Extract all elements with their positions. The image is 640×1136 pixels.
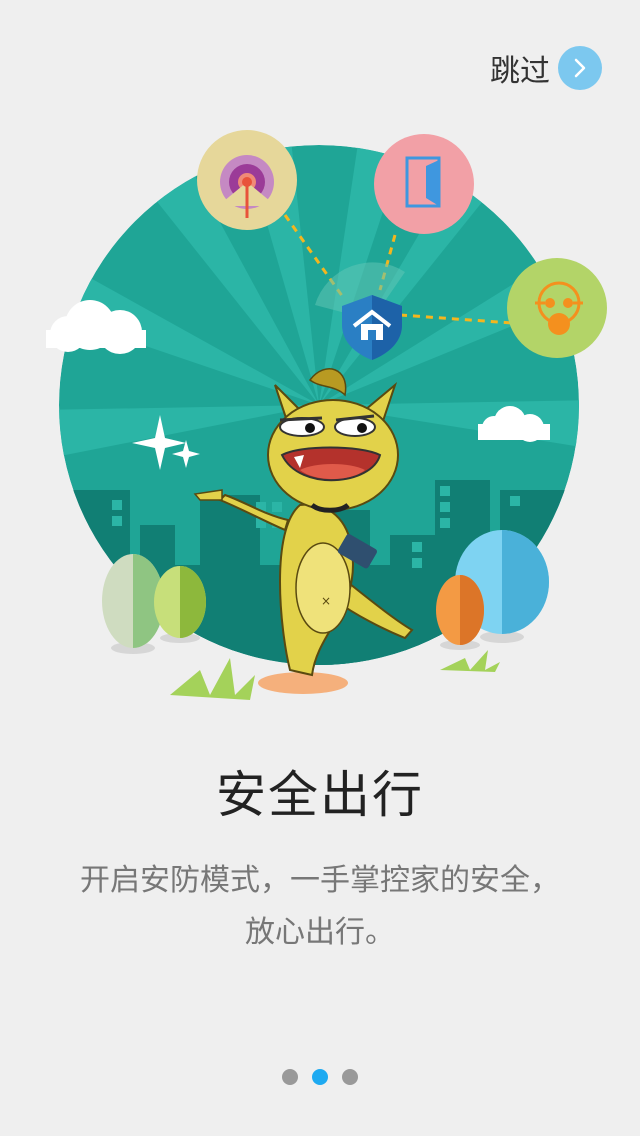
page-indicator[interactable] <box>0 1069 640 1085</box>
gas-mask-icon <box>507 258 607 358</box>
page-dot[interactable] <box>342 1069 358 1085</box>
skip-label: 跳过 <box>490 54 550 89</box>
chevron-right-icon[interactable] <box>558 46 602 90</box>
radar-icon <box>197 130 297 230</box>
description-line: 放心出行。 <box>245 915 395 950</box>
svg-text:×: × <box>321 594 331 608</box>
page-description: 开启安防模式，一手掌控家的安全， 放心出行。 <box>60 855 580 959</box>
page-title: 安全出行 <box>216 766 424 824</box>
skip-button[interactable]: 跳过 <box>490 46 602 90</box>
description-line: 开启安防模式，一手掌控家的安全， <box>80 863 560 898</box>
hero-illustration: × <box>0 110 640 710</box>
page-dot[interactable] <box>282 1069 298 1085</box>
door-icon <box>374 134 474 234</box>
page-dot-active[interactable] <box>312 1069 328 1085</box>
